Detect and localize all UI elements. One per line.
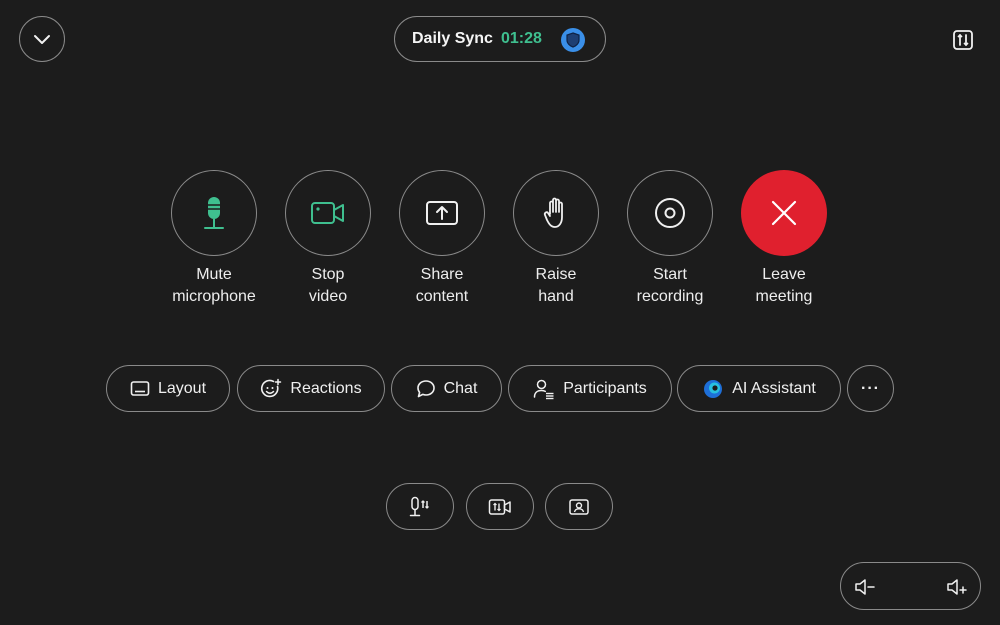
close-icon [771,200,797,226]
layout-label: Layout [157,379,207,397]
camera-icon [311,202,344,224]
chat-button[interactable]: Chat [391,365,502,412]
chat-bubble-icon [416,379,435,397]
collapse-button[interactable] [19,16,65,62]
settings-button[interactable] [951,28,975,52]
chat-label: Chat [443,379,478,397]
sliders-icon [953,30,973,50]
meeting-name: Daily Sync [412,30,493,47]
chevron-down-icon [34,35,50,44]
share-icon [426,201,458,225]
volume-control[interactable] [840,562,981,610]
participants-icon [533,379,554,399]
more-options-button[interactable]: ··· [847,365,894,412]
mute-microphone-label: Mute microphone [172,266,256,305]
start-recording-button[interactable] [627,170,713,256]
stop-video-action[interactable]: Stop video [271,170,385,308]
microphone-icon [204,197,224,229]
leave-meeting-button[interactable] [741,170,827,256]
meeting-timer: 01:28 [500,30,542,47]
participants-button[interactable]: Participants [508,365,672,412]
meeting-title-pill[interactable]: Daily Sync 01:28 [394,16,606,62]
raise-hand-button[interactable] [513,170,599,256]
layout-icon [130,380,150,396]
self-view-button[interactable] [545,483,613,530]
layout-button[interactable]: Layout [106,365,230,412]
stop-video-button[interactable] [285,170,371,256]
ai-assistant-icon [704,379,723,398]
share-content-action[interactable]: Share content [385,170,499,308]
raise-hand-label: Raise hand [535,266,577,305]
share-content-label: Share content [415,266,469,305]
microphone-settings-icon [409,496,429,516]
hand-icon [543,197,563,228]
ai-assistant-button[interactable]: AI Assistant [677,365,841,412]
raise-hand-action[interactable]: Raise hand [499,170,613,308]
ai-assistant-label: AI Assistant [732,379,816,397]
start-recording-label: Start recording [636,266,704,305]
reactions-label: Reactions [290,379,362,397]
volume-down-icon[interactable] [854,576,876,598]
volume-up-icon[interactable] [946,576,968,598]
mute-microphone-button[interactable] [171,170,257,256]
leave-meeting-label: Leave meeting [755,266,813,305]
self-view-icon [569,498,589,515]
participants-label: Participants [563,379,647,397]
more-options-label: ··· [861,379,880,397]
leave-meeting-action[interactable]: Leave meeting [727,170,841,308]
microphone-settings-button[interactable] [386,483,454,530]
share-content-button[interactable] [399,170,485,256]
start-recording-action[interactable]: Start recording [613,170,727,308]
reactions-button[interactable]: Reactions [237,365,385,412]
camera-settings-icon [488,498,511,515]
record-icon [655,198,685,228]
smiley-add-icon [261,378,282,397]
stop-video-label: Stop video [308,266,348,305]
camera-settings-button[interactable] [466,483,534,530]
security-shield-icon[interactable] [561,28,585,52]
mute-microphone-action[interactable]: Mute microphone [157,170,271,308]
